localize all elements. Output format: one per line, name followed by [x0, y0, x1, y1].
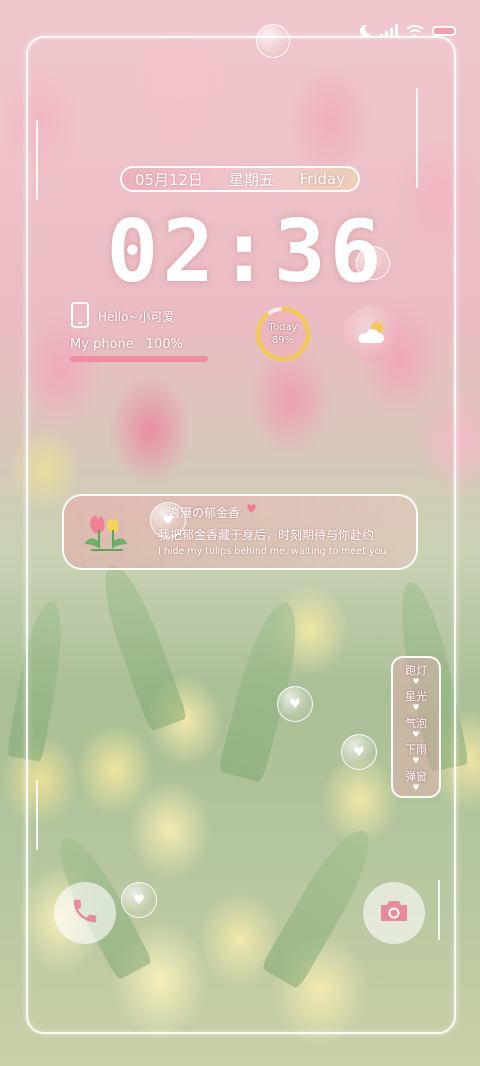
message-line-cn: 我把郁金香藏于身后，时刻期待与你赴约	[158, 528, 375, 542]
sparkle-line	[438, 880, 440, 940]
heart-icon: ♥	[412, 782, 420, 792]
camera-shortcut-button[interactable]	[363, 882, 425, 944]
date-pill: 05月12日 星期五 Friday	[120, 166, 360, 192]
heart-bubble: ♥	[277, 686, 313, 722]
phone-battery-widget[interactable]: Hello~小可爱 My phone 100%	[70, 302, 210, 366]
message-line-en: I hide my tulips behind me, waiting to m…	[158, 546, 387, 557]
effect-starlight[interactable]: 星光 ♥	[405, 690, 427, 716]
bubble: ♥	[150, 502, 186, 538]
heart-icon: ♥	[412, 677, 420, 686]
tulip-illustration-icon	[82, 508, 132, 558]
today-percent: 89%	[271, 335, 295, 346]
message-card[interactable]: 浪漫の郁金香 ♥ 我把郁金香藏于身后，时刻期待与你赴约 I hide my tu…	[62, 494, 418, 570]
weekday-cn: 星期五	[228, 170, 274, 189]
today-progress-widget[interactable]: Today 89%	[254, 305, 312, 363]
weather-widget[interactable]	[344, 306, 400, 362]
heart-icon: ♥	[412, 756, 420, 766]
effect-popup[interactable]: 弹窗 ♥	[405, 770, 427, 796]
camera-icon	[378, 897, 410, 929]
sparkle-line	[36, 120, 38, 200]
signal-icon	[380, 24, 398, 38]
phone-icon	[70, 896, 100, 930]
status-bar	[358, 20, 456, 42]
battery-icon	[432, 26, 456, 36]
weekday-en: Friday	[299, 170, 346, 188]
sparkle-line	[416, 88, 418, 188]
phone-icon	[70, 302, 90, 331]
heart-icon: ♥	[246, 502, 257, 516]
effect-bubbles[interactable]: 气泡 ♥	[405, 717, 427, 743]
date-text: 05月12日	[134, 170, 204, 189]
greeting-text: Hello~小可爱	[98, 310, 175, 324]
phone-battery-bar	[70, 356, 208, 362]
effect-running-lights[interactable]: 跑灯 ♥	[405, 664, 427, 690]
heart-bubble: ♥	[341, 734, 377, 770]
clock-time: 02:36	[106, 202, 386, 302]
effects-menu: 跑灯 ♥ 星光 ♥ 气泡 ♥ 下雨 ♥ 弹窗 ♥	[391, 656, 441, 798]
phone-battery-percent: 100%	[145, 337, 183, 352]
effect-rain[interactable]: 下雨 ♥	[405, 743, 427, 769]
today-label: Today	[268, 322, 298, 333]
bubble	[256, 24, 290, 58]
heart-icon: ♥	[412, 703, 420, 713]
heart-icon: ♥	[412, 729, 420, 739]
moon-icon	[358, 24, 372, 38]
phone-label: My phone	[70, 337, 134, 352]
wifi-icon	[406, 24, 424, 38]
bubble	[356, 246, 390, 280]
sparkle-line	[36, 780, 38, 850]
phone-shortcut-button[interactable]	[54, 882, 116, 944]
heart-bubble: ♥	[121, 882, 157, 918]
partly-cloudy-icon	[355, 319, 389, 349]
